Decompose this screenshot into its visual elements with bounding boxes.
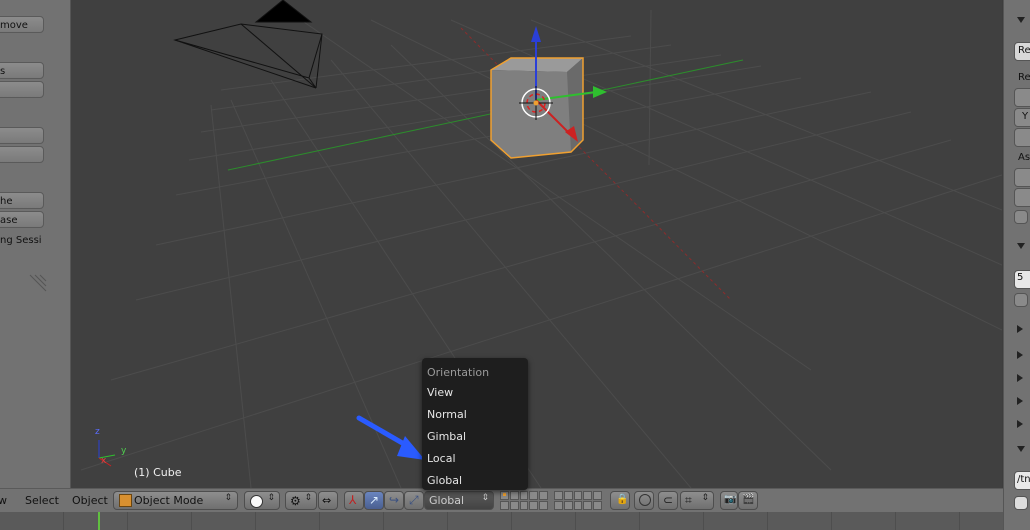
- tool-button-2[interactable]: [0, 81, 44, 98]
- viewport-scene: [80, 0, 1002, 488]
- re-label: Re: [1018, 72, 1030, 83]
- render-animation-button[interactable]: 🎬: [738, 491, 758, 510]
- checkbox[interactable]: [1014, 293, 1028, 307]
- expand-arrow-icon[interactable]: [1017, 420, 1023, 428]
- axis-manipulator-icon: ⅄: [349, 493, 357, 507]
- camera-object: [173, 0, 323, 89]
- menu-item-normal[interactable]: Normal: [427, 405, 523, 425]
- expand-arrow-icon[interactable]: [1017, 325, 1023, 333]
- checkbox[interactable]: [1014, 496, 1028, 510]
- collapse-arrow-icon[interactable]: [1017, 17, 1025, 23]
- snap-toggle-button[interactable]: ⊂: [658, 491, 678, 510]
- orientation-menu: Orientation View Normal Gimbal Local Glo…: [422, 358, 528, 490]
- proportional-edit-button[interactable]: ⇔: [318, 491, 338, 510]
- session-label: ng Sessi: [0, 235, 42, 246]
- menu-item-view[interactable]: View: [427, 383, 523, 403]
- tool-button-s[interactable]: s: [0, 62, 44, 79]
- scale-manipulator-button[interactable]: ⤢: [404, 491, 424, 510]
- solid-shading-icon: [250, 495, 263, 508]
- collapse-arrow-icon[interactable]: [1017, 446, 1025, 452]
- orientation-value: Global: [429, 494, 465, 507]
- menu-item-gimbal[interactable]: Gimbal: [427, 427, 523, 447]
- menu-item-local[interactable]: Local: [427, 449, 523, 469]
- mode-dropdown[interactable]: Object Mode ⇕: [113, 491, 238, 510]
- camera-icon: 📷: [724, 494, 737, 505]
- snap-element-dropdown[interactable]: ⌗ ⇕: [680, 491, 714, 510]
- lock-icon: 🔒: [616, 494, 629, 505]
- transform-orientation-dropdown[interactable]: Global ⇕: [424, 491, 494, 510]
- viewport-shading-dropdown[interactable]: ⇕: [244, 491, 280, 510]
- manipulator-toggle[interactable]: ⅄: [344, 491, 364, 510]
- expand-arrow-icon[interactable]: [1017, 351, 1023, 359]
- tool-button-3[interactable]: [0, 127, 44, 144]
- snap-grid-icon: ⌗: [685, 493, 692, 507]
- lock-layers-button[interactable]: 🔒: [610, 491, 630, 510]
- tool-shelf: move s he ase ng Sessi: [0, 0, 71, 488]
- translate-arrow-icon: ↗: [369, 493, 380, 507]
- axis-y-label: y: [121, 446, 127, 456]
- menu-item-global[interactable]: Global: [427, 471, 523, 491]
- axis-z-label: z: [95, 427, 100, 437]
- timeline-ticks: [0, 512, 1003, 530]
- active-object-label: (1) Cube: [134, 466, 182, 479]
- magnet-icon: ⊂: [663, 493, 674, 507]
- translate-manipulator-button[interactable]: ↗: [364, 491, 384, 510]
- re-button[interactable]: Re: [1018, 45, 1030, 56]
- number-field[interactable]: 5: [1017, 272, 1023, 283]
- proportional-editing-button[interactable]: [634, 491, 654, 510]
- orientation-menu-title: Orientation: [427, 366, 490, 379]
- 3d-view-header: w Select Object Object Mode ⇕ ⇕ ⚙ ⇕ ⇔ ⅄ …: [0, 488, 1003, 513]
- layers-group-2[interactable]: [554, 491, 602, 510]
- resize-handle-icon[interactable]: [28, 273, 48, 293]
- axis-x-label: x: [101, 456, 107, 466]
- object-mode-icon: [119, 494, 132, 507]
- rotate-manipulator-button[interactable]: ↪: [384, 491, 404, 510]
- clapboard-icon: 🎬: [742, 494, 755, 505]
- tool-button-4[interactable]: [0, 146, 44, 163]
- object-menu[interactable]: Object: [72, 494, 108, 507]
- rotate-icon: ↪: [389, 493, 400, 507]
- mode-label: Object Mode: [134, 494, 204, 507]
- expand-arrow-icon[interactable]: [1017, 397, 1023, 405]
- timeline-strip[interactable]: [0, 512, 1003, 530]
- tool-button-ase[interactable]: ase: [0, 211, 44, 228]
- proportional-icon: [639, 494, 651, 506]
- layers-group-1[interactable]: [500, 491, 548, 510]
- remove-button[interactable]: move: [0, 16, 44, 33]
- pivot-point-dropdown[interactable]: ⚙ ⇕: [285, 491, 317, 510]
- pivot-icon: ⚙: [290, 494, 301, 508]
- render-opengl-button[interactable]: 📷: [720, 491, 738, 510]
- select-menu[interactable]: Select: [25, 494, 59, 507]
- scale-icon: ⤢: [409, 493, 419, 507]
- expand-arrow-icon[interactable]: [1017, 374, 1023, 382]
- tool-button-he[interactable]: he: [0, 192, 44, 209]
- manipulator-icon: ⇔: [322, 494, 332, 507]
- properties-panel: Re Re Y As 5 /tn: [1003, 0, 1030, 530]
- y-label: Y: [1022, 111, 1029, 122]
- updown-icon: ⇕: [224, 493, 232, 503]
- collapse-arrow-icon[interactable]: [1017, 243, 1025, 249]
- as-label: As: [1018, 152, 1030, 163]
- view-menu[interactable]: w: [0, 494, 7, 507]
- checkbox[interactable]: [1014, 210, 1028, 224]
- 3d-viewport[interactable]: z y x (1) Cube: [71, 0, 1002, 488]
- path-field[interactable]: /tn: [1017, 474, 1030, 485]
